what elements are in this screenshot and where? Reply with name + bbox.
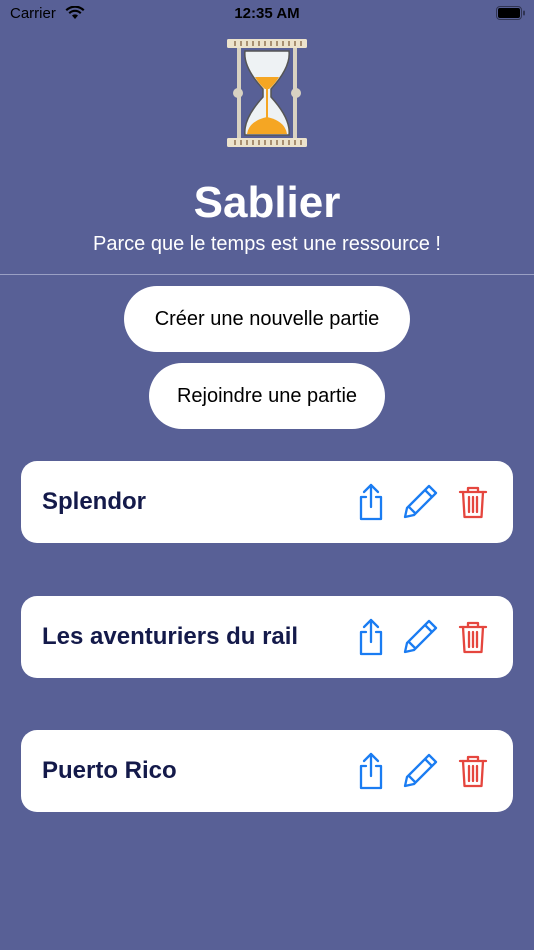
- pencil-icon[interactable]: [400, 482, 440, 522]
- app-subtitle: Parce que le temps est une ressource !: [93, 233, 441, 255]
- app-title: Sablier: [193, 178, 341, 227]
- trash-icon[interactable]: [453, 617, 493, 657]
- share-icon[interactable]: [351, 617, 391, 657]
- game-card[interactable]: Puerto Rico: [21, 730, 513, 812]
- pencil-icon[interactable]: [400, 751, 440, 791]
- game-card[interactable]: Splendor: [21, 461, 513, 543]
- hourglass-logo: [225, 37, 309, 154]
- header-divider: [0, 274, 534, 275]
- trash-icon[interactable]: [453, 751, 493, 791]
- share-icon[interactable]: [351, 751, 391, 791]
- clock-label: 12:35 AM: [234, 5, 300, 22]
- join-game-button[interactable]: Rejoindre une partie: [149, 363, 385, 429]
- game-name: Les aventuriers du rail: [42, 623, 299, 650]
- status-bar: Carrier 12:35 AM: [0, 0, 534, 28]
- pencil-icon[interactable]: [400, 617, 440, 657]
- game-name: Splendor: [42, 488, 147, 515]
- share-icon[interactable]: [351, 482, 391, 522]
- battery-icon: [496, 6, 526, 25]
- game-name: Puerto Rico: [42, 757, 177, 784]
- trash-icon[interactable]: [453, 482, 493, 522]
- game-card[interactable]: Les aventuriers du rail: [21, 596, 513, 678]
- create-game-button[interactable]: Créer une nouvelle partie: [124, 286, 410, 352]
